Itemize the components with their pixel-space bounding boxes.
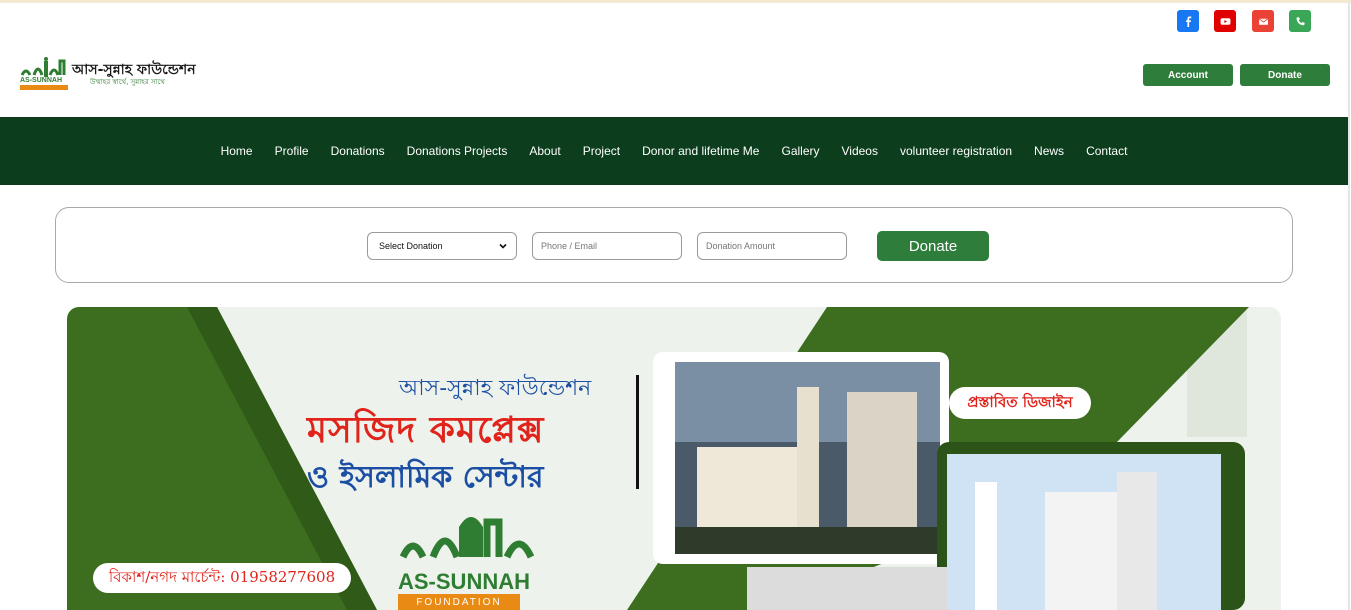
nav-videos[interactable]: Videos xyxy=(842,144,878,158)
chevron-down-icon xyxy=(499,243,507,249)
logo-name-en: AS-SUNNAH xyxy=(20,77,62,84)
youtube-icon[interactable] xyxy=(1214,10,1236,32)
nav-profile[interactable]: Profile xyxy=(275,144,309,158)
phone-icon[interactable] xyxy=(1289,10,1311,32)
logo-foundation-bar xyxy=(20,85,68,90)
phone-email-input[interactable] xyxy=(532,232,682,260)
banner-payment-info: বিকাশ/নগদ মার্চেন্ট: 01958277608 xyxy=(93,563,351,593)
top-border xyxy=(0,0,1351,3)
nav-volunteer-registration[interactable]: volunteer registration xyxy=(900,144,1012,158)
banner-logo-foundation: FOUNDATION xyxy=(398,594,520,610)
nav-news[interactable]: News xyxy=(1034,144,1064,158)
facebook-icon[interactable] xyxy=(1177,10,1199,32)
hero-banner[interactable]: আস-সুন্নাহ ফাউন্ডেশন মসজিদ কমপ্লেক্স ও ই… xyxy=(67,307,1281,610)
nav-about[interactable]: About xyxy=(529,144,560,158)
nav-donor-lifetime[interactable]: Donor and lifetime Me xyxy=(642,144,759,158)
nav-home[interactable]: Home xyxy=(221,144,253,158)
main-nav: Home Profile Donations Donations Project… xyxy=(0,117,1348,185)
site-logo[interactable]: AS-SUNNAH আস-সুন্নাহ ফাউন্ডেশন উম্মাহর স… xyxy=(20,55,196,91)
logo-tagline: উম্মাহর স্বার্থে, সুন্নাহর সাথে xyxy=(90,78,165,86)
nav-donations[interactable]: Donations xyxy=(331,144,385,158)
donation-select[interactable]: Select Donation xyxy=(367,232,517,260)
donate-button[interactable]: Donate xyxy=(1240,64,1330,86)
nav-gallery[interactable]: Gallery xyxy=(781,144,819,158)
scrollbar-edge xyxy=(1348,0,1350,610)
banner-logo-name: AS-SUNNAH xyxy=(398,569,530,594)
nav-contact[interactable]: Contact xyxy=(1086,144,1127,158)
account-button[interactable]: Account xyxy=(1143,64,1233,86)
banner-divider xyxy=(636,375,639,489)
donation-select-value: Select Donation xyxy=(379,241,443,251)
nav-donations-projects[interactable]: Donations Projects xyxy=(407,144,508,158)
nav-project[interactable]: Project xyxy=(583,144,620,158)
donate-submit-button[interactable]: Donate xyxy=(877,231,989,261)
banner-subheadline: ও ইসলামিক সেন্টার xyxy=(307,460,544,495)
mail-icon[interactable] xyxy=(1252,10,1274,32)
donation-amount-input[interactable] xyxy=(697,232,847,260)
banner-proposed-design-badge: প্রস্তাবিত ডিজাইন xyxy=(949,387,1091,419)
